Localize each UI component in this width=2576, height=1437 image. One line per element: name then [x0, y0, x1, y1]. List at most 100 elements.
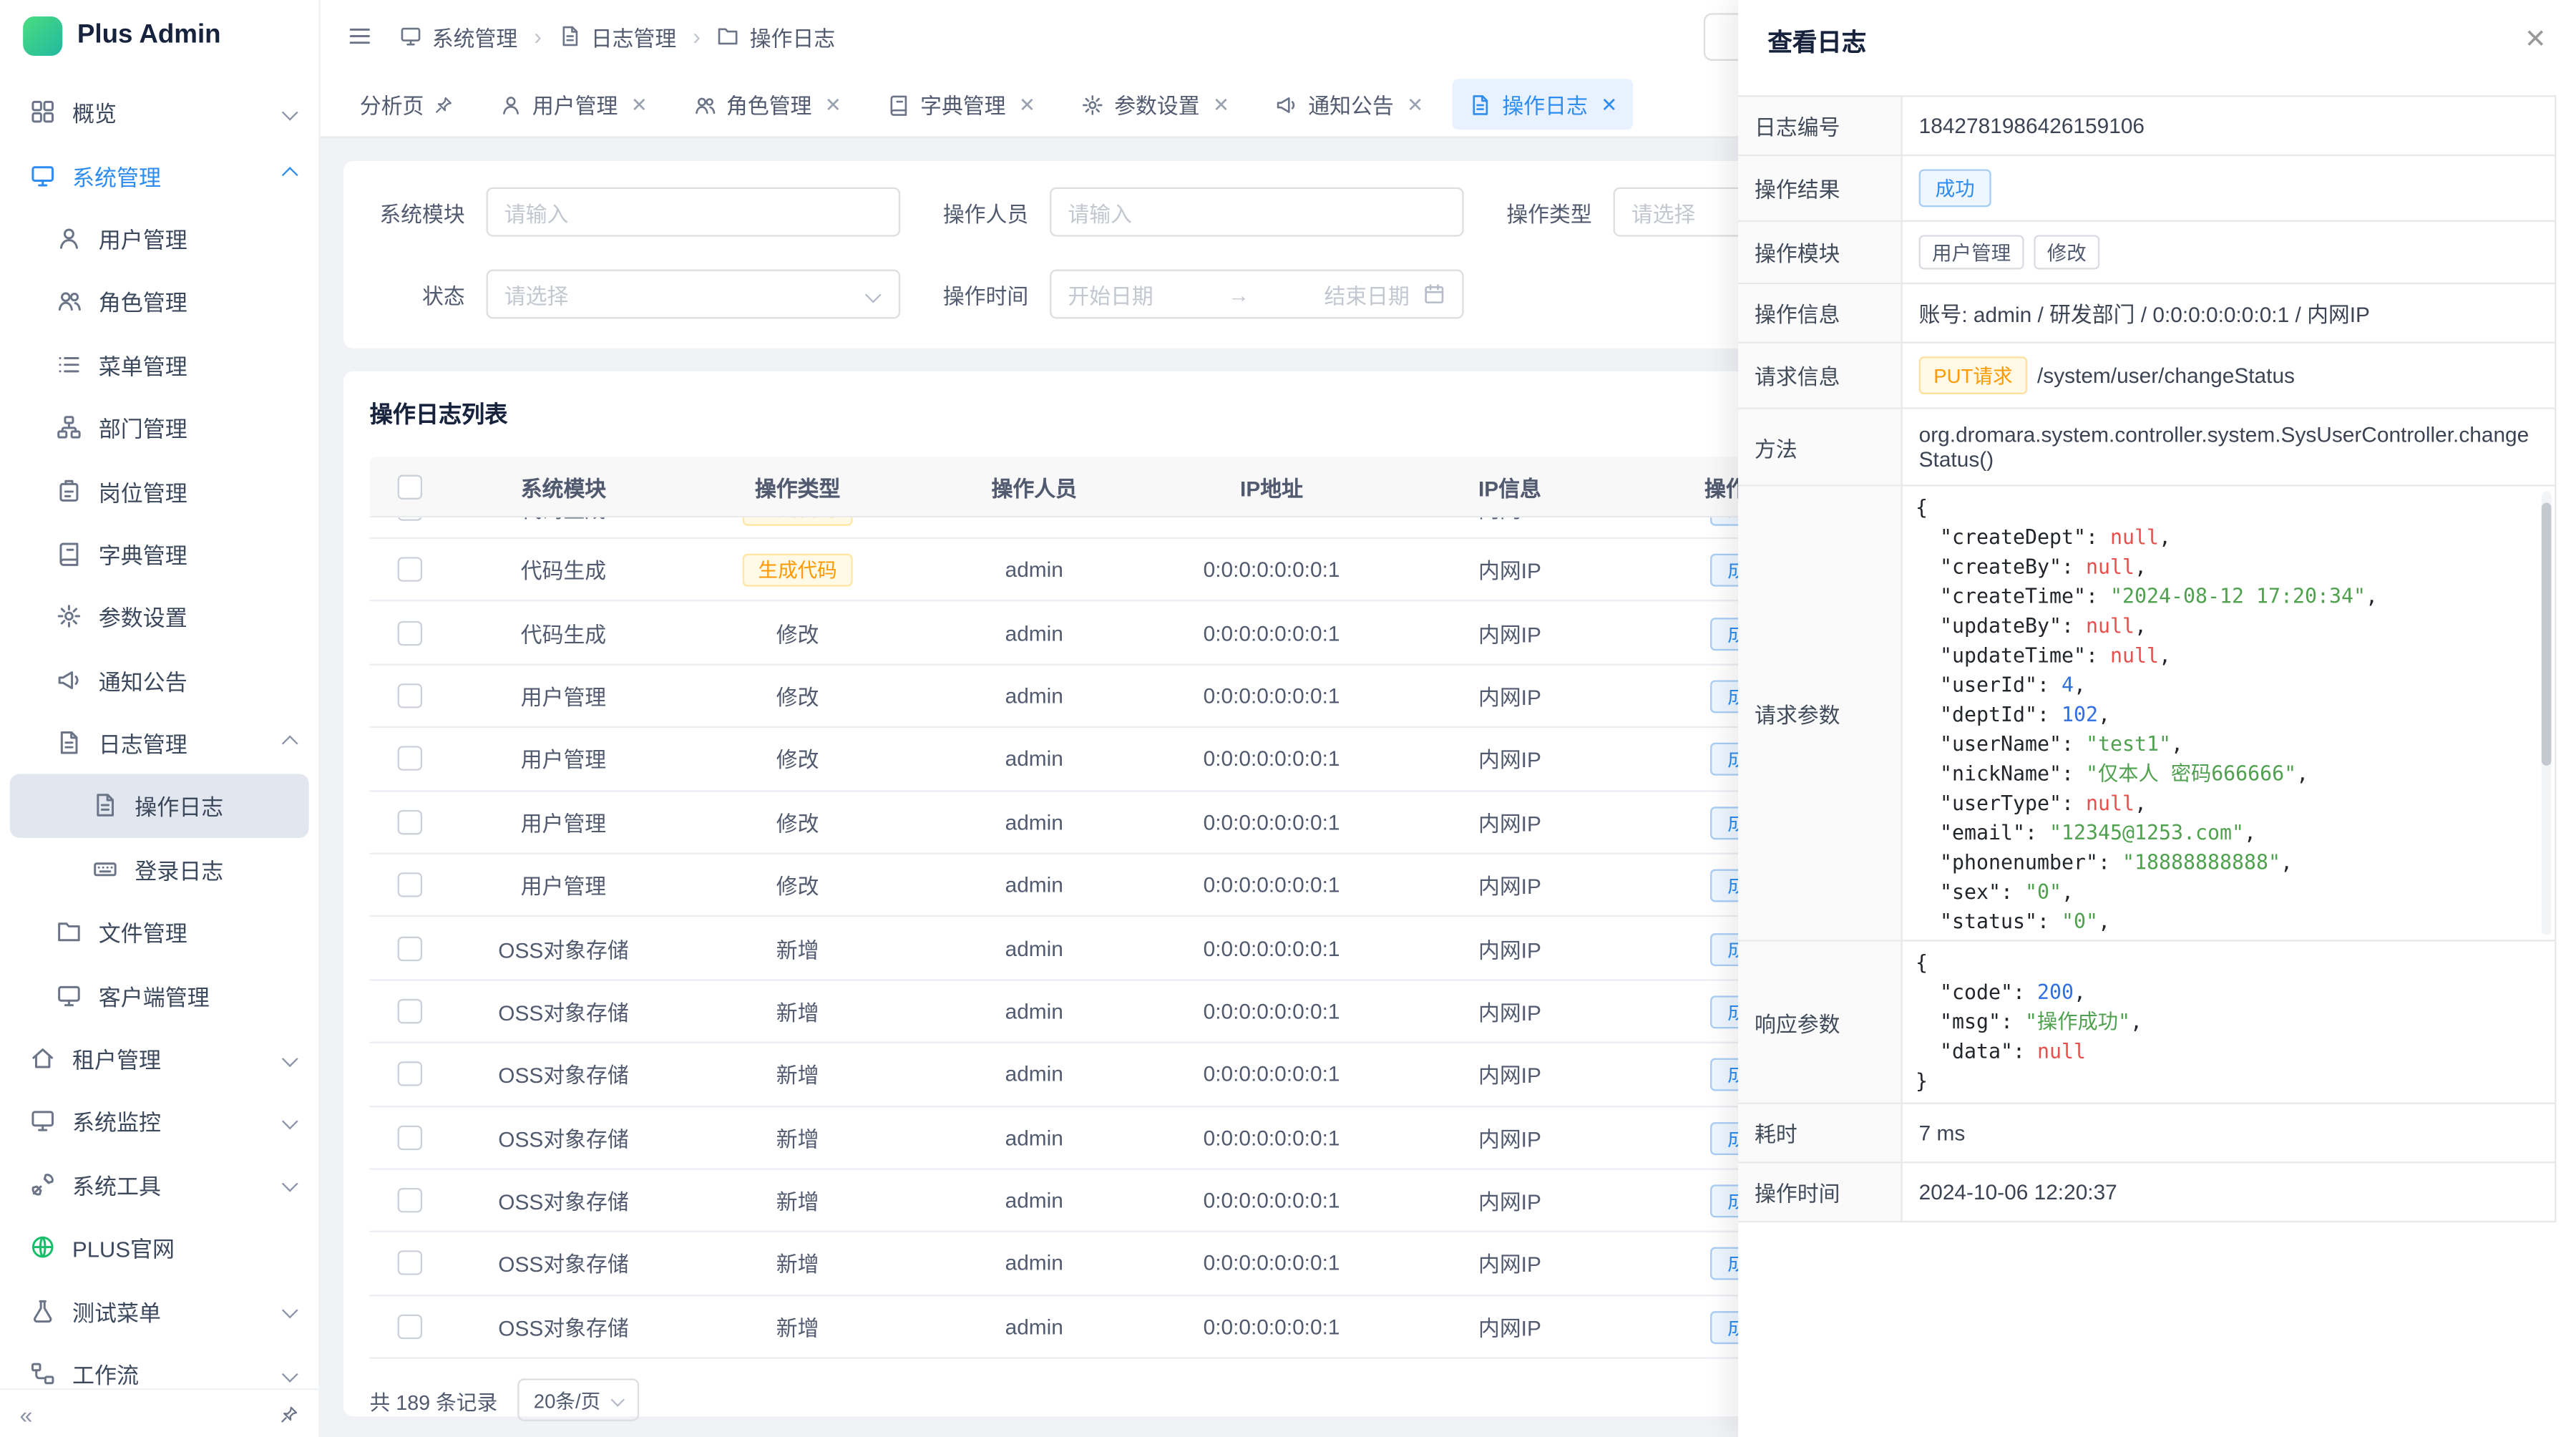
- chevron-down-icon: [282, 1050, 298, 1066]
- cell-ip: 0:0:0:0:0:0:0:1: [1151, 1062, 1391, 1086]
- close-tab-icon[interactable]: ✕: [825, 94, 841, 115]
- sidebar-item-user-management[interactable]: 用户管理: [0, 207, 318, 270]
- sidebar-item-role-management[interactable]: 角色管理: [0, 270, 318, 333]
- cell-ip: 0:0:0:0:0:0:0:1: [1151, 1251, 1391, 1275]
- sidebar-item-log-management[interactable]: 日志管理: [0, 711, 318, 774]
- tab-dashboard[interactable]: 分析页: [343, 79, 470, 130]
- row-checkbox[interactable]: [396, 999, 421, 1023]
- close-tab-icon[interactable]: ✕: [1019, 94, 1035, 115]
- cell-operator: admin: [917, 872, 1151, 897]
- chevron-down-icon: [282, 1302, 298, 1319]
- http-method-tag: PUT请求: [1919, 356, 2028, 394]
- placeholder-text: 请输入: [504, 196, 569, 228]
- row-checkbox[interactable]: [396, 936, 421, 960]
- sidebar-item-workflow[interactable]: 工作流: [0, 1342, 318, 1388]
- pin-icon[interactable]: [434, 94, 454, 115]
- cell-ip: 0:0:0:0:0:0:0:1: [1151, 1188, 1391, 1212]
- cell-ip-info: 内网IP: [1392, 932, 1629, 964]
- row-checkbox[interactable]: [396, 1251, 421, 1275]
- sidebar-item-label: 通知公告: [99, 663, 296, 696]
- row-checkbox[interactable]: [396, 746, 421, 771]
- row-checkbox[interactable]: [396, 809, 421, 834]
- collapse-sidebar-icon[interactable]: «: [20, 1403, 33, 1426]
- row-checkbox[interactable]: [396, 872, 421, 897]
- tab-notice[interactable]: 通知公告✕: [1259, 79, 1440, 130]
- sidebar: Plus Admin 概览 系统管理 用户管理 角色管理 菜单管理 部门管理 岗…: [0, 0, 321, 1437]
- row-checkbox[interactable]: [396, 1125, 421, 1149]
- sidebar-item-system-monitor[interactable]: 系统监控: [0, 1090, 318, 1153]
- status-select[interactable]: 请选择: [487, 270, 901, 319]
- end-date-placeholder: 结束日期: [1324, 278, 1409, 310]
- date-range-input[interactable]: 开始日期 → 结束日期: [1050, 270, 1464, 319]
- cell-operation-type: 新增: [678, 1248, 917, 1280]
- row-checkbox[interactable]: [396, 1188, 421, 1212]
- cell-ip: 0:0:0:0:0:0:0:1: [1151, 620, 1391, 645]
- sidebar-item-overview[interactable]: 概览: [0, 81, 318, 144]
- sidebar-item-test-menu[interactable]: 测试菜单: [0, 1279, 318, 1342]
- cell-module: OSS对象存储: [449, 1185, 678, 1217]
- sidebar-item-post-management[interactable]: 岗位管理: [0, 459, 318, 522]
- sidebar-item-client-management[interactable]: 客户端管理: [0, 963, 318, 1026]
- response-params-cell: { "code": 200, "msg": "操作成功", "data": nu…: [1903, 942, 2555, 1103]
- close-tab-icon[interactable]: ✕: [1407, 94, 1423, 115]
- scrollbar-thumb[interactable]: [2542, 503, 2552, 766]
- row-checkbox[interactable]: [396, 1062, 421, 1086]
- hamburger-menu-icon[interactable]: [346, 23, 373, 49]
- sidebar-item-plus-website[interactable]: PLUS官网: [0, 1216, 318, 1279]
- sidebar-item-file-management[interactable]: 文件管理: [0, 900, 318, 963]
- close-tab-icon[interactable]: ✕: [1601, 94, 1617, 115]
- row-checkbox[interactable]: [396, 517, 421, 520]
- breadcrumb: 系统管理 › 日志管理 › 操作日志: [399, 21, 835, 52]
- cell-operator: admin: [917, 999, 1151, 1023]
- detail-row-time: 操作时间 2024-10-06 12:20:37: [1738, 1164, 2555, 1221]
- pin-icon[interactable]: [279, 1404, 299, 1424]
- sidebar-item-param-settings[interactable]: 参数设置: [0, 585, 318, 648]
- select-all-checkbox[interactable]: [396, 474, 421, 498]
- cell-module: 用户管理: [449, 807, 678, 838]
- close-icon[interactable]: ✕: [2524, 28, 2547, 54]
- placeholder-text: 请选择: [1631, 196, 1696, 228]
- row-checkbox[interactable]: [396, 620, 421, 645]
- breadcrumb-item[interactable]: 系统管理: [399, 21, 517, 52]
- close-tab-icon[interactable]: ✕: [631, 94, 648, 115]
- tab-dict-management[interactable]: 字典管理✕: [871, 79, 1052, 130]
- breadcrumb-item[interactable]: 日志管理: [558, 21, 676, 52]
- tab-param-settings[interactable]: 参数设置✕: [1065, 79, 1246, 130]
- sidebar-item-system-management[interactable]: 系统管理: [0, 144, 318, 207]
- row-checkbox[interactable]: [396, 683, 421, 708]
- tab-role-management[interactable]: 角色管理✕: [677, 79, 858, 130]
- sidebar-item-operation-log[interactable]: 操作日志: [10, 774, 309, 837]
- cell-operator: admin: [917, 1125, 1151, 1149]
- tab-user-management[interactable]: 用户管理✕: [483, 79, 664, 130]
- row-checkbox[interactable]: [396, 1314, 421, 1338]
- sidebar-item-dept-management[interactable]: 部门管理: [0, 396, 318, 459]
- page-size-select[interactable]: 20条/页: [517, 1378, 638, 1421]
- placeholder-text: 请选择: [504, 278, 569, 310]
- sidebar-item-label: 登录日志: [135, 852, 296, 885]
- date-range-arrow: →: [1166, 282, 1311, 306]
- sidebar-item-menu-management[interactable]: 菜单管理: [0, 333, 318, 396]
- sidebar-item-login-log[interactable]: 登录日志: [0, 837, 318, 900]
- app-root: Plus Admin 概览 系统管理 用户管理 角色管理 菜单管理 部门管理 岗…: [0, 0, 2576, 1437]
- sidebar-item-system-tools[interactable]: 系统工具: [0, 1153, 318, 1216]
- operator-input[interactable]: 请输入: [1050, 187, 1464, 237]
- cell-operation-type: 新增: [678, 932, 917, 964]
- sidebar-item-tenant-management[interactable]: 租户管理: [0, 1027, 318, 1090]
- module-input[interactable]: 请输入: [487, 187, 901, 237]
- request-params-cell: { "createDept": null, "createBy": null, …: [1903, 487, 2555, 940]
- cell-module: 用户管理: [449, 869, 678, 901]
- cell-ip: 0:0:0:0:0:0:0:1: [1151, 557, 1391, 582]
- cell-ip: 0:0:0:0:0:0:0:1: [1151, 936, 1391, 960]
- breadcrumb-item[interactable]: 操作日志: [717, 21, 835, 52]
- sidebar-item-notice[interactable]: 通知公告: [0, 648, 318, 711]
- sidebar-item-dict-management[interactable]: 字典管理: [0, 522, 318, 585]
- detail-row-request: 请求信息 PUT请求 /system/user/changeStatus: [1738, 344, 2555, 409]
- tab-operation-log[interactable]: 操作日志✕: [1453, 79, 1634, 130]
- column-header: 系统模块: [449, 471, 678, 502]
- close-tab-icon[interactable]: ✕: [1213, 94, 1229, 115]
- cell-module: OSS对象存储: [449, 1248, 678, 1280]
- app-title: Plus Admin: [77, 21, 221, 51]
- cell-ip-info: 内网IP: [1392, 1248, 1629, 1280]
- drawer-header: 查看日志 ✕: [1738, 0, 2576, 82]
- row-checkbox[interactable]: [396, 557, 421, 582]
